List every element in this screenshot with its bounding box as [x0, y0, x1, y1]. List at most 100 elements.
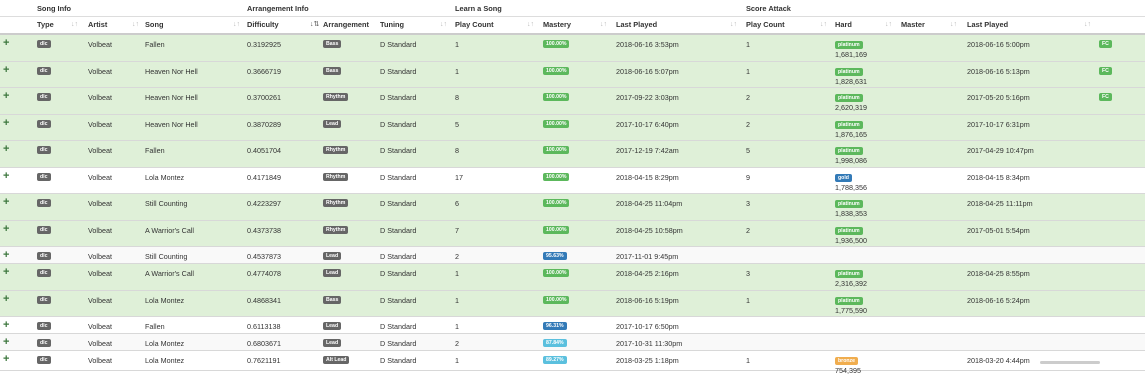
- difficulty-cell: 0.6803671: [247, 339, 281, 348]
- add-icon[interactable]: +: [3, 223, 9, 235]
- add-icon[interactable]: +: [3, 37, 9, 49]
- difficulty-cell: 0.4051704: [247, 146, 281, 155]
- header-sa-play-count[interactable]: Play Count: [746, 17, 785, 33]
- last-played-cell: 2018-04-15 8:29pm: [616, 172, 679, 182]
- hard-score: 1,828,631: [835, 76, 867, 86]
- song-cell: Lola Montez: [145, 356, 185, 365]
- hard-badge: gold: [835, 173, 852, 182]
- add-icon[interactable]: +: [3, 353, 9, 365]
- type-badge: dlc: [37, 66, 51, 75]
- sort-icon[interactable]: ↓↑: [233, 17, 240, 33]
- sa-play-count-cell: 2: [746, 119, 750, 129]
- type-badge: dlc: [37, 339, 51, 347]
- table-row[interactable]: + dlc Volbeat Lola Montez 0.4171849 Rhythm D S…: [0, 167, 1145, 194]
- header-sa-last-played[interactable]: Last Played: [967, 17, 1008, 33]
- sort-icon[interactable]: ↓↑: [71, 17, 78, 33]
- add-icon[interactable]: +: [3, 293, 9, 305]
- table-row[interactable]: + dlc Volbeat Heaven Nor Hell 0.3700261 Rhyth…: [0, 88, 1145, 115]
- header-artist[interactable]: Artist: [88, 17, 107, 33]
- type-badge: dlc: [37, 322, 51, 330]
- header-hard[interactable]: Hard: [835, 17, 852, 33]
- table-row[interactable]: + dlc Volbeat Fallen 0.4051704 Rhythm D Standa…: [0, 141, 1145, 168]
- artist-cell: Volbeat: [88, 356, 112, 365]
- arrangement-badge: Bass: [323, 295, 342, 304]
- sort-icon[interactable]: ↓↑: [600, 17, 607, 33]
- sa-last-played-cell: 2018-04-25 11:11pm: [967, 199, 1033, 208]
- hard-badge: platinum: [835, 147, 863, 155]
- play-count-cell: 2: [455, 252, 459, 261]
- group-score-attack: Score Attack: [746, 4, 791, 13]
- add-icon[interactable]: +: [3, 266, 9, 278]
- sa-last-played-cell: 2018-06-16 5:13pm: [967, 66, 1030, 76]
- sort-icon[interactable]: ↓↑: [440, 17, 447, 33]
- add-icon[interactable]: +: [3, 143, 9, 155]
- sort-icon[interactable]: ↓↑: [820, 17, 827, 33]
- artist-cell: Volbeat: [88, 295, 112, 305]
- sort-icon[interactable]: ↓↑: [950, 17, 957, 33]
- table-row[interactable]: + dlc Volbeat A Warrior's Call 0.4373738 Rhyt…: [0, 220, 1145, 247]
- add-icon[interactable]: +: [3, 336, 9, 348]
- difficulty-cell: 0.4171849: [247, 172, 281, 182]
- sa-last-played-cell: 2018-04-25 8:55pm: [967, 269, 1030, 278]
- table-row[interactable]: + dlc Volbeat Fallen 0.3192925 Bass D Standard…: [0, 35, 1145, 62]
- sort-icon[interactable]: ↓↑: [1084, 17, 1091, 33]
- table-row[interactable]: + dlc Volbeat Lola Montez 0.7621191 Alt Lead D…: [0, 351, 1145, 375]
- table-row[interactable]: + dlc Volbeat A Warrior's Call 0.4774078 Lead…: [0, 264, 1145, 291]
- sort-icon[interactable]: ↓↑: [527, 17, 534, 33]
- add-icon[interactable]: +: [3, 117, 9, 129]
- song-cell: Lola Montez: [145, 295, 185, 305]
- header-song[interactable]: Song: [145, 17, 163, 33]
- sa-play-count-cell: 2: [746, 93, 750, 102]
- header-arrangement[interactable]: Arrangement: [323, 17, 369, 33]
- header-play-count[interactable]: Play Count: [455, 17, 494, 33]
- add-icon[interactable]: +: [3, 64, 9, 76]
- tuning-cell: D Standard: [380, 93, 417, 102]
- add-icon[interactable]: +: [3, 90, 9, 102]
- hard-score: 1,788,356: [835, 182, 867, 192]
- hard-badge: platinum: [835, 226, 863, 235]
- tuning-cell: D Standard: [380, 322, 417, 331]
- header-type[interactable]: Type: [37, 17, 54, 33]
- add-icon[interactable]: +: [3, 319, 9, 331]
- type-badge: dlc: [37, 93, 51, 101]
- hard-score: 1,998,086: [835, 156, 867, 165]
- hard-score-cell: platinum 1,775,590: [835, 295, 867, 315]
- arrangement-badge: Rhythm: [323, 172, 349, 181]
- sort-active-icon[interactable]: ↓⇅: [310, 17, 319, 33]
- play-count-cell: 1: [455, 322, 459, 331]
- add-icon[interactable]: +: [3, 196, 9, 208]
- table-row[interactable]: + dlc Volbeat Fallen 0.6113138 Lead D Standard…: [0, 317, 1145, 334]
- sa-play-count-cell: 3: [746, 269, 750, 278]
- header-last-played[interactable]: Last Played: [616, 17, 657, 33]
- header-mastery[interactable]: Mastery: [543, 17, 571, 33]
- sa-last-played-cell: 2017-04-29 10:47pm: [967, 146, 1034, 155]
- table-row[interactable]: + dlc Volbeat Heaven Nor Hell 0.3870289 Lead D…: [0, 114, 1145, 141]
- table-row[interactable]: + dlc Volbeat Lola Montez 0.6803671 Lead D Sta…: [0, 334, 1145, 351]
- artist-cell: Volbeat: [88, 172, 112, 182]
- sa-play-count-cell: 1: [746, 356, 750, 365]
- type-badge: dlc: [37, 172, 51, 181]
- header-master[interactable]: Master: [901, 17, 925, 33]
- tuning-cell: D Standard: [380, 66, 417, 76]
- sort-icon[interactable]: ↓↑: [132, 17, 139, 33]
- arrangement-badge: Lead: [323, 119, 342, 128]
- table-row[interactable]: + dlc Volbeat Lola Montez 0.4868341 Bass D Sta…: [0, 290, 1145, 317]
- table-row[interactable]: + dlc Volbeat Still Counting 0.4537873 Lead D …: [0, 247, 1145, 264]
- header-tuning[interactable]: Tuning: [380, 17, 404, 33]
- sa-play-count-cell: 1: [746, 295, 750, 305]
- sort-icon[interactable]: ↓↑: [885, 17, 892, 33]
- mastery-badge: 95.63%: [543, 252, 567, 260]
- sa-last-played-cell: 2018-04-15 8:34pm: [967, 172, 1030, 182]
- add-icon[interactable]: +: [3, 249, 9, 261]
- table-row[interactable]: + dlc Volbeat Still Counting 0.4223297 Rhythm…: [0, 194, 1145, 221]
- table-row[interactable]: + dlc Volbeat Heaven Nor Hell 0.3666719 Bass D…: [0, 61, 1145, 88]
- last-played-cell: 2018-04-25 2:16pm: [616, 269, 679, 278]
- sa-last-played-cell: 2018-03-20 4:44pm: [967, 356, 1030, 365]
- column-group-row: Song Info Arrangement Info Learn a Song …: [0, 0, 1145, 16]
- sort-icon[interactable]: ↓↑: [730, 17, 737, 33]
- hard-badge: platinum: [835, 200, 863, 208]
- add-icon[interactable]: +: [3, 170, 9, 182]
- mastery-badge: 100.00%: [543, 199, 570, 207]
- header-difficulty[interactable]: Difficulty: [247, 17, 279, 33]
- horizontal-scrollbar[interactable]: [1040, 361, 1100, 364]
